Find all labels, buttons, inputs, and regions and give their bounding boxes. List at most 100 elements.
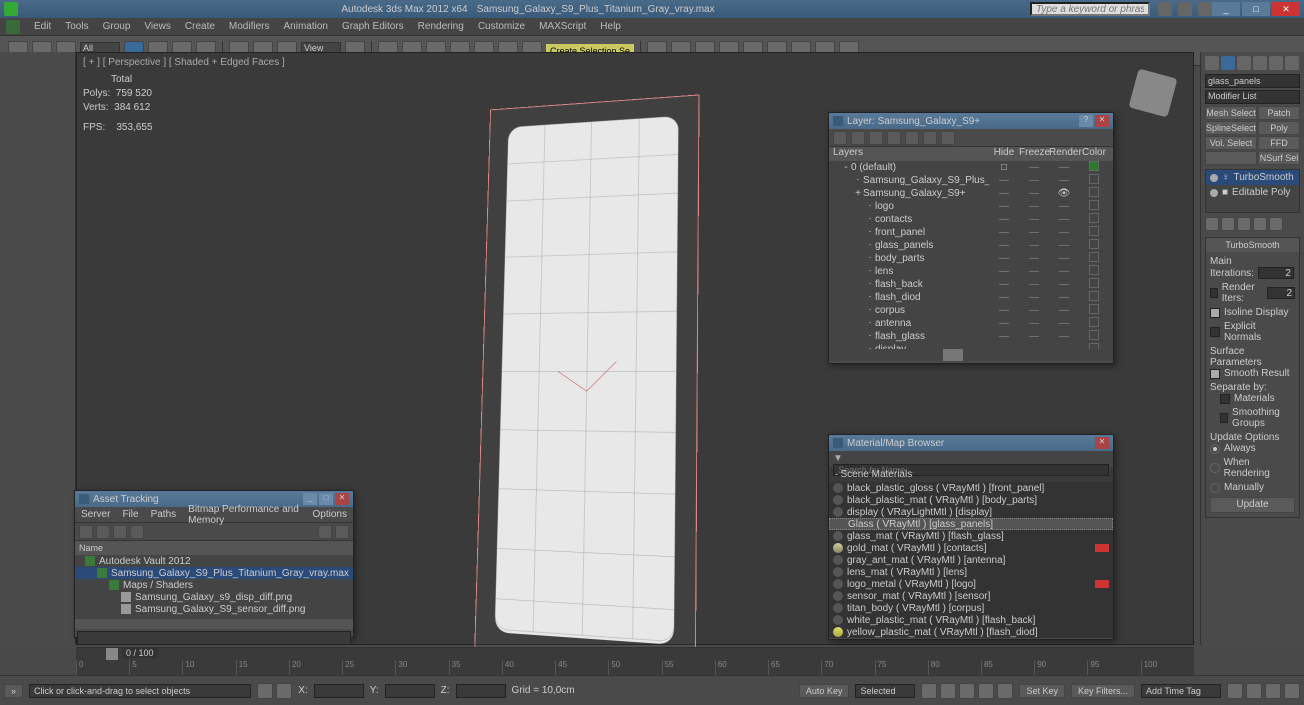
menu-views[interactable]: Views [144,21,171,32]
layer-row[interactable]: -0 (default)□—— [829,161,1113,174]
blank-btn[interactable] [1205,151,1257,165]
layers-close-button[interactable]: ✕ [1095,115,1109,127]
time-ruler[interactable]: 0510152025303540455055606570758085909510… [76,660,1194,676]
prev-frame-button[interactable] [940,683,956,699]
layers-list[interactable]: -0 (default)□——⋅Samsung_Galaxy_S9_Plus_T… [829,161,1113,349]
material-row[interactable]: gray_ant_mat ( VRayMtl ) [antenna] [829,554,1113,566]
configure-modifier-button[interactable] [1269,217,1283,231]
update-button[interactable]: Update [1210,497,1295,513]
vol-select-btn[interactable]: Vol. Select [1205,136,1257,150]
asset-max-button[interactable]: □ [319,493,333,505]
asset-row[interactable]: Samsung_Galaxy_S9_Plus_Titanium_Gray_vra… [75,567,353,579]
new-layer-button[interactable] [833,131,847,145]
spline-select-btn[interactable]: SplineSelect [1205,121,1257,135]
manually-radio[interactable] [1210,483,1220,493]
materials-check[interactable] [1220,394,1230,404]
mesh-select-btn[interactable]: Mesh Select [1205,106,1257,120]
material-row[interactable]: Glass ( VRayMtl ) [glass_panels] [829,518,1113,530]
x-field[interactable] [314,684,364,698]
autokey-button[interactable]: Auto Key [799,684,850,698]
poly-select-btn[interactable]: Poly Select [1258,121,1300,135]
iterations-spinner[interactable]: 2 [1258,267,1294,279]
hide-unhide-button[interactable] [923,131,937,145]
layers-col-freeze[interactable]: Freeze [1019,147,1049,161]
menu-animation[interactable]: Animation [283,21,327,32]
key-filter-dropdown[interactable]: Selected [855,684,915,698]
rollout-header[interactable]: TurboSmooth [1206,238,1299,252]
minimize-button[interactable]: _ [1212,2,1240,16]
asset-scrollbar[interactable] [75,619,353,629]
isoline-check[interactable] [1210,308,1220,318]
asset-tb2[interactable] [96,525,110,539]
asset-close-button[interactable]: ✕ [335,493,349,505]
menu-maxscript[interactable]: MAXScript [539,21,586,32]
isolate-button[interactable] [276,683,292,699]
asset-menu-paths[interactable]: Paths [151,509,177,520]
render-iters-check[interactable] [1210,288,1218,298]
layer-row[interactable]: ⋅front_panel——— [829,226,1113,239]
asset-row[interactable]: Maps / Shaders [75,579,353,591]
material-row[interactable]: gold_mat ( VRayMtl ) [contacts] [829,542,1113,554]
material-list[interactable]: black_plastic_gloss ( VRayMtl ) [front_p… [829,482,1113,638]
freeze-unfreeze-button[interactable] [941,131,955,145]
layers-col-hide[interactable]: Hide [989,147,1019,161]
material-row[interactable]: black_plastic_mat ( VRayMtl ) [body_part… [829,494,1113,506]
layer-row[interactable]: ⋅antenna——— [829,317,1113,330]
setkey-button[interactable]: Set Key [1019,684,1065,698]
modify-tab[interactable] [1221,56,1235,70]
layer-row[interactable]: ⋅corpus——— [829,304,1113,317]
nsurf-sel-btn[interactable]: NSurf Sel [1258,151,1300,165]
menu-group[interactable]: Group [103,21,131,32]
modifier-turbosmooth[interactable]: ♀TurboSmooth [1206,170,1299,185]
maximize-viewport-button[interactable] [1284,683,1300,699]
utilities-tab[interactable] [1285,56,1299,70]
asset-menu-file[interactable]: File [122,509,138,520]
goto-start-button[interactable] [921,683,937,699]
pin-stack-button[interactable] [1205,217,1219,231]
material-row[interactable]: black_plastic_gloss ( VRayMtl ) [front_p… [829,482,1113,494]
modifier-stack[interactable]: ♀TurboSmooth ■Editable Poly [1205,169,1300,213]
zoom-view-button[interactable] [1246,683,1262,699]
create-tab[interactable] [1205,56,1219,70]
layer-row[interactable]: ⋅flash_back——— [829,278,1113,291]
material-row[interactable]: glass_mat ( VRayMtl ) [flash_glass] [829,530,1113,542]
display-tab[interactable] [1269,56,1283,70]
motion-tab[interactable] [1253,56,1267,70]
hierarchy-tab[interactable] [1237,56,1251,70]
material-row[interactable]: white_plastic_mat ( VRayMtl ) [flash_bac… [829,614,1113,626]
menu-create[interactable]: Create [185,21,215,32]
asset-menu-bitmap[interactable]: Bitmap Performance and Memory [188,504,300,526]
asset-min-button[interactable]: _ [303,493,317,505]
orbit-view-button[interactable] [1265,683,1281,699]
material-row[interactable]: display ( VRayLightMtl ) [display] [829,506,1113,518]
layer-row[interactable]: ⋅Samsung_Galaxy_S9_Plus_Titanium_Gray_..… [829,174,1113,187]
layer-row[interactable]: ⋅logo——— [829,200,1113,213]
y-field[interactable] [385,684,435,698]
layers-col-render[interactable]: Render [1049,147,1079,161]
material-row[interactable]: lens_mat ( VRayMtl ) [lens] [829,566,1113,578]
material-row[interactable]: yellow_plastic_mat ( VRayMtl ) [flash_di… [829,626,1113,638]
select-layer-button[interactable] [887,131,901,145]
time-slider[interactable]: 0 / 100 [76,648,1194,660]
goto-end-button[interactable] [997,683,1013,699]
menu-tools[interactable]: Tools [65,21,88,32]
menu-customize[interactable]: Customize [478,21,525,32]
modifier-list-dropdown[interactable]: Modifier List [1205,90,1300,104]
play-button[interactable] [959,683,975,699]
layer-row[interactable]: ⋅lens——— [829,265,1113,278]
next-frame-button[interactable] [978,683,994,699]
render-iters-spinner[interactable]: 2 [1267,287,1295,299]
asset-row[interactable]: Samsung_Galaxy_s9_disp_diff.png [75,591,353,603]
asset-tb5[interactable] [318,525,332,539]
material-row[interactable]: titan_body ( VRayMtl ) [corpus] [829,602,1113,614]
object-name-field[interactable] [1205,74,1300,88]
asset-menu-server[interactable]: Server [81,509,110,520]
explicit-check[interactable] [1210,327,1220,337]
layer-row[interactable]: +Samsung_Galaxy_S9+——👁 [829,187,1113,200]
always-radio[interactable] [1210,444,1220,454]
material-close-button[interactable]: ✕ [1095,437,1109,449]
phone-model[interactable] [474,94,699,669]
app-menu-icon[interactable] [6,20,20,34]
layers-col-color[interactable]: Color [1079,147,1109,161]
help-icon[interactable] [1158,2,1172,16]
